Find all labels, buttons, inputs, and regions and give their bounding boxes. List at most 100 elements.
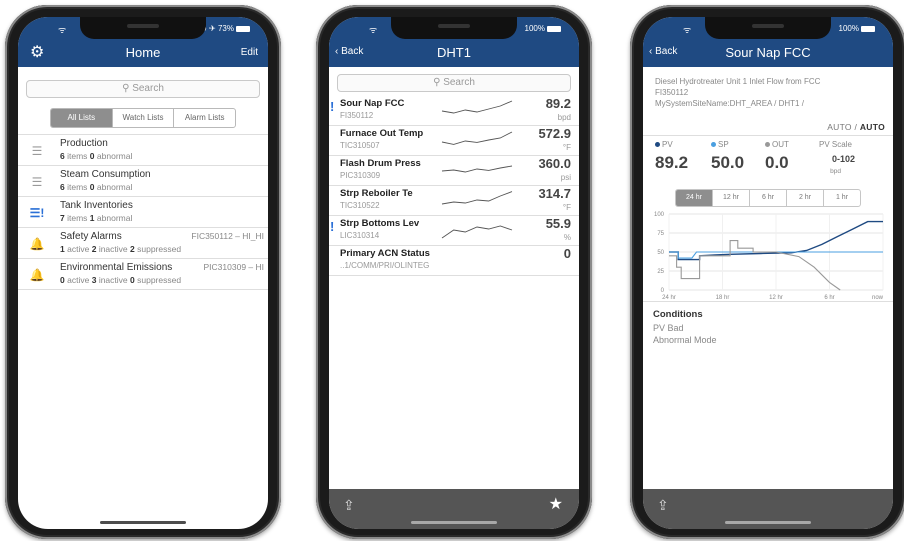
list-item[interactable]: ! Strp Bottoms Lev LIC310314 55.9% (329, 216, 579, 246)
list-filter-segmented-control: All Lists Watch Lists Alarm Lists (50, 108, 236, 128)
list-icon: ☰ (31, 175, 43, 189)
phone-notch (705, 17, 831, 39)
segment-watch-lists[interactable]: Watch Lists (113, 109, 175, 127)
sp-label: SP (711, 140, 729, 149)
point-tag: FI350112 (340, 111, 374, 120)
out-value: 0.0 (765, 153, 789, 172)
list-item-summary: 0 active 3 inactive 0 suppressed (60, 275, 182, 285)
y-tick-label: 50 (657, 250, 664, 256)
list-bottom-toolbar: ⇪ ★ (329, 489, 579, 529)
sparkline-series (441, 100, 513, 114)
search-placeholder: Search (443, 77, 475, 88)
range-24-hr[interactable]: 24 hr (676, 190, 713, 206)
pv-legend-dot (655, 142, 660, 148)
y-tick-label: 75 (657, 231, 664, 237)
home-indicator (100, 521, 186, 524)
point-value: 572.9 (538, 126, 571, 141)
sp-value: 50.0 (711, 153, 745, 172)
condition-item: PV Bad (653, 323, 684, 333)
point-value: 55.9 (545, 216, 571, 231)
condition-item: Abnormal Mode (653, 335, 717, 345)
wifi-icon: ᯤ (683, 25, 692, 35)
list-item-title: Tank Inventories (60, 200, 133, 211)
pv-label: PV (655, 140, 673, 149)
y-tick-label: 0 (661, 288, 665, 294)
list-search-input[interactable]: ⚲ Search (337, 74, 571, 92)
sparkline (441, 131, 513, 145)
share-icon[interactable]: ⇪ (657, 498, 669, 512)
range-12-hr[interactable]: 12 hr (713, 190, 750, 206)
point-unit: °F (562, 203, 571, 212)
list-item[interactable]: Furnace Out Temp TIC310507 572.9 °F (329, 126, 579, 156)
range-1-hr[interactable]: 1 hr (824, 190, 860, 206)
list-item[interactable]: Primary ACN Status ..1/COMM/PRI/OLINTEG 0 (329, 246, 579, 276)
list-item-title: Safety Alarms (60, 231, 122, 242)
list-item-summary: 6 items 0 abnormal (60, 182, 133, 192)
pv-scale-value: 0-102 (831, 154, 855, 164)
list-item[interactable]: ! Sour Nap FCC FI350112 89.2 bpd (329, 96, 579, 126)
point-tag: PIC310309 (340, 171, 381, 180)
pv-scale-label: PV Scale (819, 140, 852, 149)
detail-screen: ᯤ 100% ‹ Back Sour Nap FCC Diesel Hydrot… (643, 17, 893, 529)
list-item-title: Steam Consumption (60, 169, 151, 180)
segment-alarm-lists[interactable]: Alarm Lists (174, 109, 235, 127)
wifi-icon: ᯤ (58, 25, 67, 35)
detail-title: Sour Nap FCC (725, 45, 811, 60)
search-placeholder: Search (132, 83, 164, 94)
battery-icon (861, 25, 875, 32)
pv-value: 89.2 (655, 153, 689, 172)
out-label: OUT (765, 140, 789, 149)
point-tag: TIC310522 (340, 201, 380, 210)
list-item[interactable]: ☰ Production 6 items 0 abnormal (18, 135, 268, 166)
point-tag: FI350112 (655, 88, 689, 97)
trend-chart: 025507510024 hr 18 hr 12 hr 6 hr now (654, 212, 884, 301)
point-value: 0 (563, 246, 571, 261)
bell-red-icon: 🔔 (29, 237, 45, 251)
sparkline (441, 191, 513, 205)
point-unit: psi (560, 173, 571, 182)
sparkline (441, 225, 513, 239)
point-unit: bpd (557, 113, 571, 122)
alert-icon: ! (330, 99, 335, 114)
sparkline-series (441, 225, 513, 239)
list-item[interactable]: 🔔 Safety Alarms FIC350112 – HI_HI 1 acti… (18, 228, 268, 259)
battery-icon (547, 25, 561, 32)
point-value: 360.0 (538, 156, 571, 171)
list-item[interactable]: ☰ Steam Consumption 6 items 0 abnormal (18, 166, 268, 197)
phone-home: ᯤ ⊙ ✈ 73% ⚙ Home Edit ⚲ Search All Lists… (5, 5, 281, 539)
list-item-summary: 7 items 1 abnormal (60, 213, 133, 223)
search-icon: ⚲ (433, 77, 444, 88)
phone-notch (391, 17, 517, 39)
range-2-hr[interactable]: 2 hr (787, 190, 824, 206)
alert-icon: ! (330, 219, 335, 234)
status-bar-right: 100% (525, 24, 561, 33)
list-item[interactable]: 🔔 Environmental Emissions PIC310309 – HI… (18, 259, 268, 290)
list-item[interactable]: Strp Reboiler Te TIC310522 314.7 °F (329, 186, 579, 216)
conditions-heading: Conditions (653, 309, 703, 320)
list-item-title: Environmental Emissions (60, 262, 173, 273)
range-6-hr[interactable]: 6 hr (750, 190, 787, 206)
out-legend-dot (765, 142, 770, 148)
list-item[interactable]: Flash Drum Press PIC310309 360.0 psi (329, 156, 579, 186)
edit-button[interactable]: Edit (241, 47, 258, 58)
home-screen: ᯤ ⊙ ✈ 73% ⚙ Home Edit ⚲ Search All Lists… (18, 17, 268, 529)
sparkline (441, 165, 513, 173)
list-item-summary: 1 active 2 inactive 2 suppressed (60, 244, 182, 254)
point-path: MySystemSiteName:DHT_AREA / DHT1 / (655, 99, 804, 108)
screenshot-canvas: ᯤ ⊙ ✈ 73% ⚙ Home Edit ⚲ Search All Lists… (0, 0, 904, 541)
star-icon[interactable]: ★ (549, 497, 563, 513)
list-item[interactable]: ☰! Tank Inventories 7 items 1 abnormal (18, 197, 268, 228)
share-icon[interactable]: ⇪ (343, 498, 355, 512)
point-unit: % (563, 233, 571, 242)
segment-all-lists[interactable]: All Lists (51, 109, 113, 127)
point-tag: TIC310507 (340, 141, 380, 150)
bell-yellow-icon: 🔔 (29, 268, 45, 282)
detail-bottom-toolbar: ⇪ (643, 489, 893, 529)
alarm-tag: PIC310309 – HI (203, 262, 264, 272)
list-icon: ☰ (31, 144, 43, 158)
sparkline (441, 100, 513, 114)
home-search-input[interactable]: ⚲ Search (26, 80, 260, 98)
point-value: 314.7 (538, 186, 571, 201)
list-item-title: Production (60, 138, 108, 149)
point-value: 89.2 (545, 96, 571, 111)
